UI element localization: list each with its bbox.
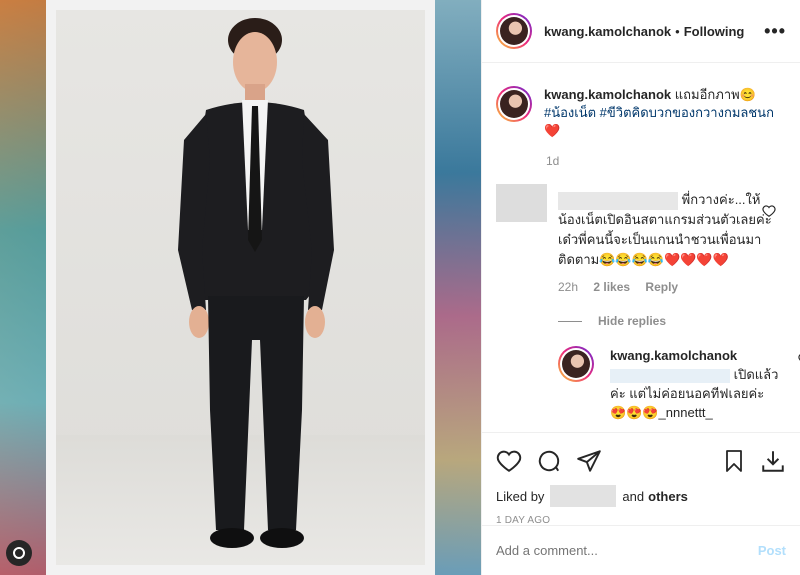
hide-replies-button[interactable]: Hide replies (558, 314, 786, 328)
add-comment-bar: Post (482, 525, 800, 575)
comment-input[interactable] (496, 543, 758, 558)
blurred-liker (550, 485, 617, 507)
caption-text: แถมอีกภาพ😊 (674, 87, 756, 102)
post-photo-frame (46, 0, 435, 575)
comment-likes[interactable]: 2 likes (593, 280, 630, 294)
comment-icon[interactable] (536, 448, 562, 474)
header-separator: • (675, 23, 680, 39)
more-horizontal-icon[interactable]: ••• (764, 21, 786, 42)
caption-username[interactable]: kwang.kamolchanok (544, 87, 671, 102)
liked-by: Liked by and others (496, 485, 786, 507)
caption: kwang.kamolchanok แถมอีกภาพ😊 #น้องเน็ต #… (496, 86, 786, 140)
bookmark-icon[interactable] (722, 448, 746, 474)
heart-icon[interactable] (496, 448, 522, 474)
hashtag-link[interactable]: #ขีวิตคิดบวกของกวางกมลชนก (600, 105, 774, 120)
heart-outline-icon[interactable] (762, 204, 776, 218)
reply-avatar[interactable] (558, 346, 594, 382)
blurred-username (558, 191, 678, 210)
comment-meta: 22h 2 likes Reply (558, 280, 786, 294)
reply-button[interactable]: Reply (645, 280, 678, 294)
comment-text: น้องเน็ตเปิดอินสตาแกรมส่วนตัวเลยค่ะ เด๋ว… (558, 212, 772, 267)
comments-list[interactable]: kwang.kamolchanok แถมอีกภาพ😊 #น้องเน็ต #… (482, 64, 800, 432)
profile-badge-icon[interactable] (6, 540, 32, 566)
avatar[interactable] (496, 13, 532, 49)
blurred-avatar (496, 184, 547, 222)
download-icon[interactable] (760, 448, 786, 474)
person-in-suit-illustration (178, 18, 334, 548)
post-header: kwang.kamolchanok • Following ••• (482, 0, 800, 63)
caption-avatar[interactable] (496, 86, 532, 122)
post-actions: Liked by and others 1 DAY AGO (482, 432, 800, 526)
post-side-panel: kwang.kamolchanok • Following ••• kwang.… (481, 0, 800, 575)
comment-item: พี่กวางค่ะ...ให้ น้องเน็ตเปิดอินสตาแกรมส… (496, 184, 786, 270)
heart-emoji: ❤️ (544, 123, 561, 138)
reply-username[interactable]: kwang.kamolchanok (610, 348, 737, 363)
caption-timestamp[interactable]: 1d (546, 154, 786, 168)
liked-and: and (622, 488, 645, 504)
following-button[interactable]: Following (684, 24, 745, 39)
comment-time[interactable]: 22h (558, 280, 578, 294)
header-username[interactable]: kwang.kamolchanok (544, 24, 671, 39)
hide-replies-label: Hide replies (598, 314, 667, 328)
post-button[interactable]: Post (758, 543, 786, 558)
post-photo[interactable] (56, 10, 425, 565)
liked-others-link[interactable]: others (648, 489, 688, 504)
comment-text-start: พี่กวางค่ะ...ให้ (681, 192, 761, 207)
liked-by-label: Liked by (496, 488, 545, 504)
share-icon[interactable] (576, 448, 602, 474)
blurred-mention (610, 368, 730, 383)
background-blur-right (430, 0, 485, 575)
reply-item: kwang.kamolchanok เปิดแล้วค่ะ แต่ไม่ค่อย… (558, 346, 800, 422)
hashtag-link[interactable]: #น้องเน็ต (544, 105, 596, 120)
